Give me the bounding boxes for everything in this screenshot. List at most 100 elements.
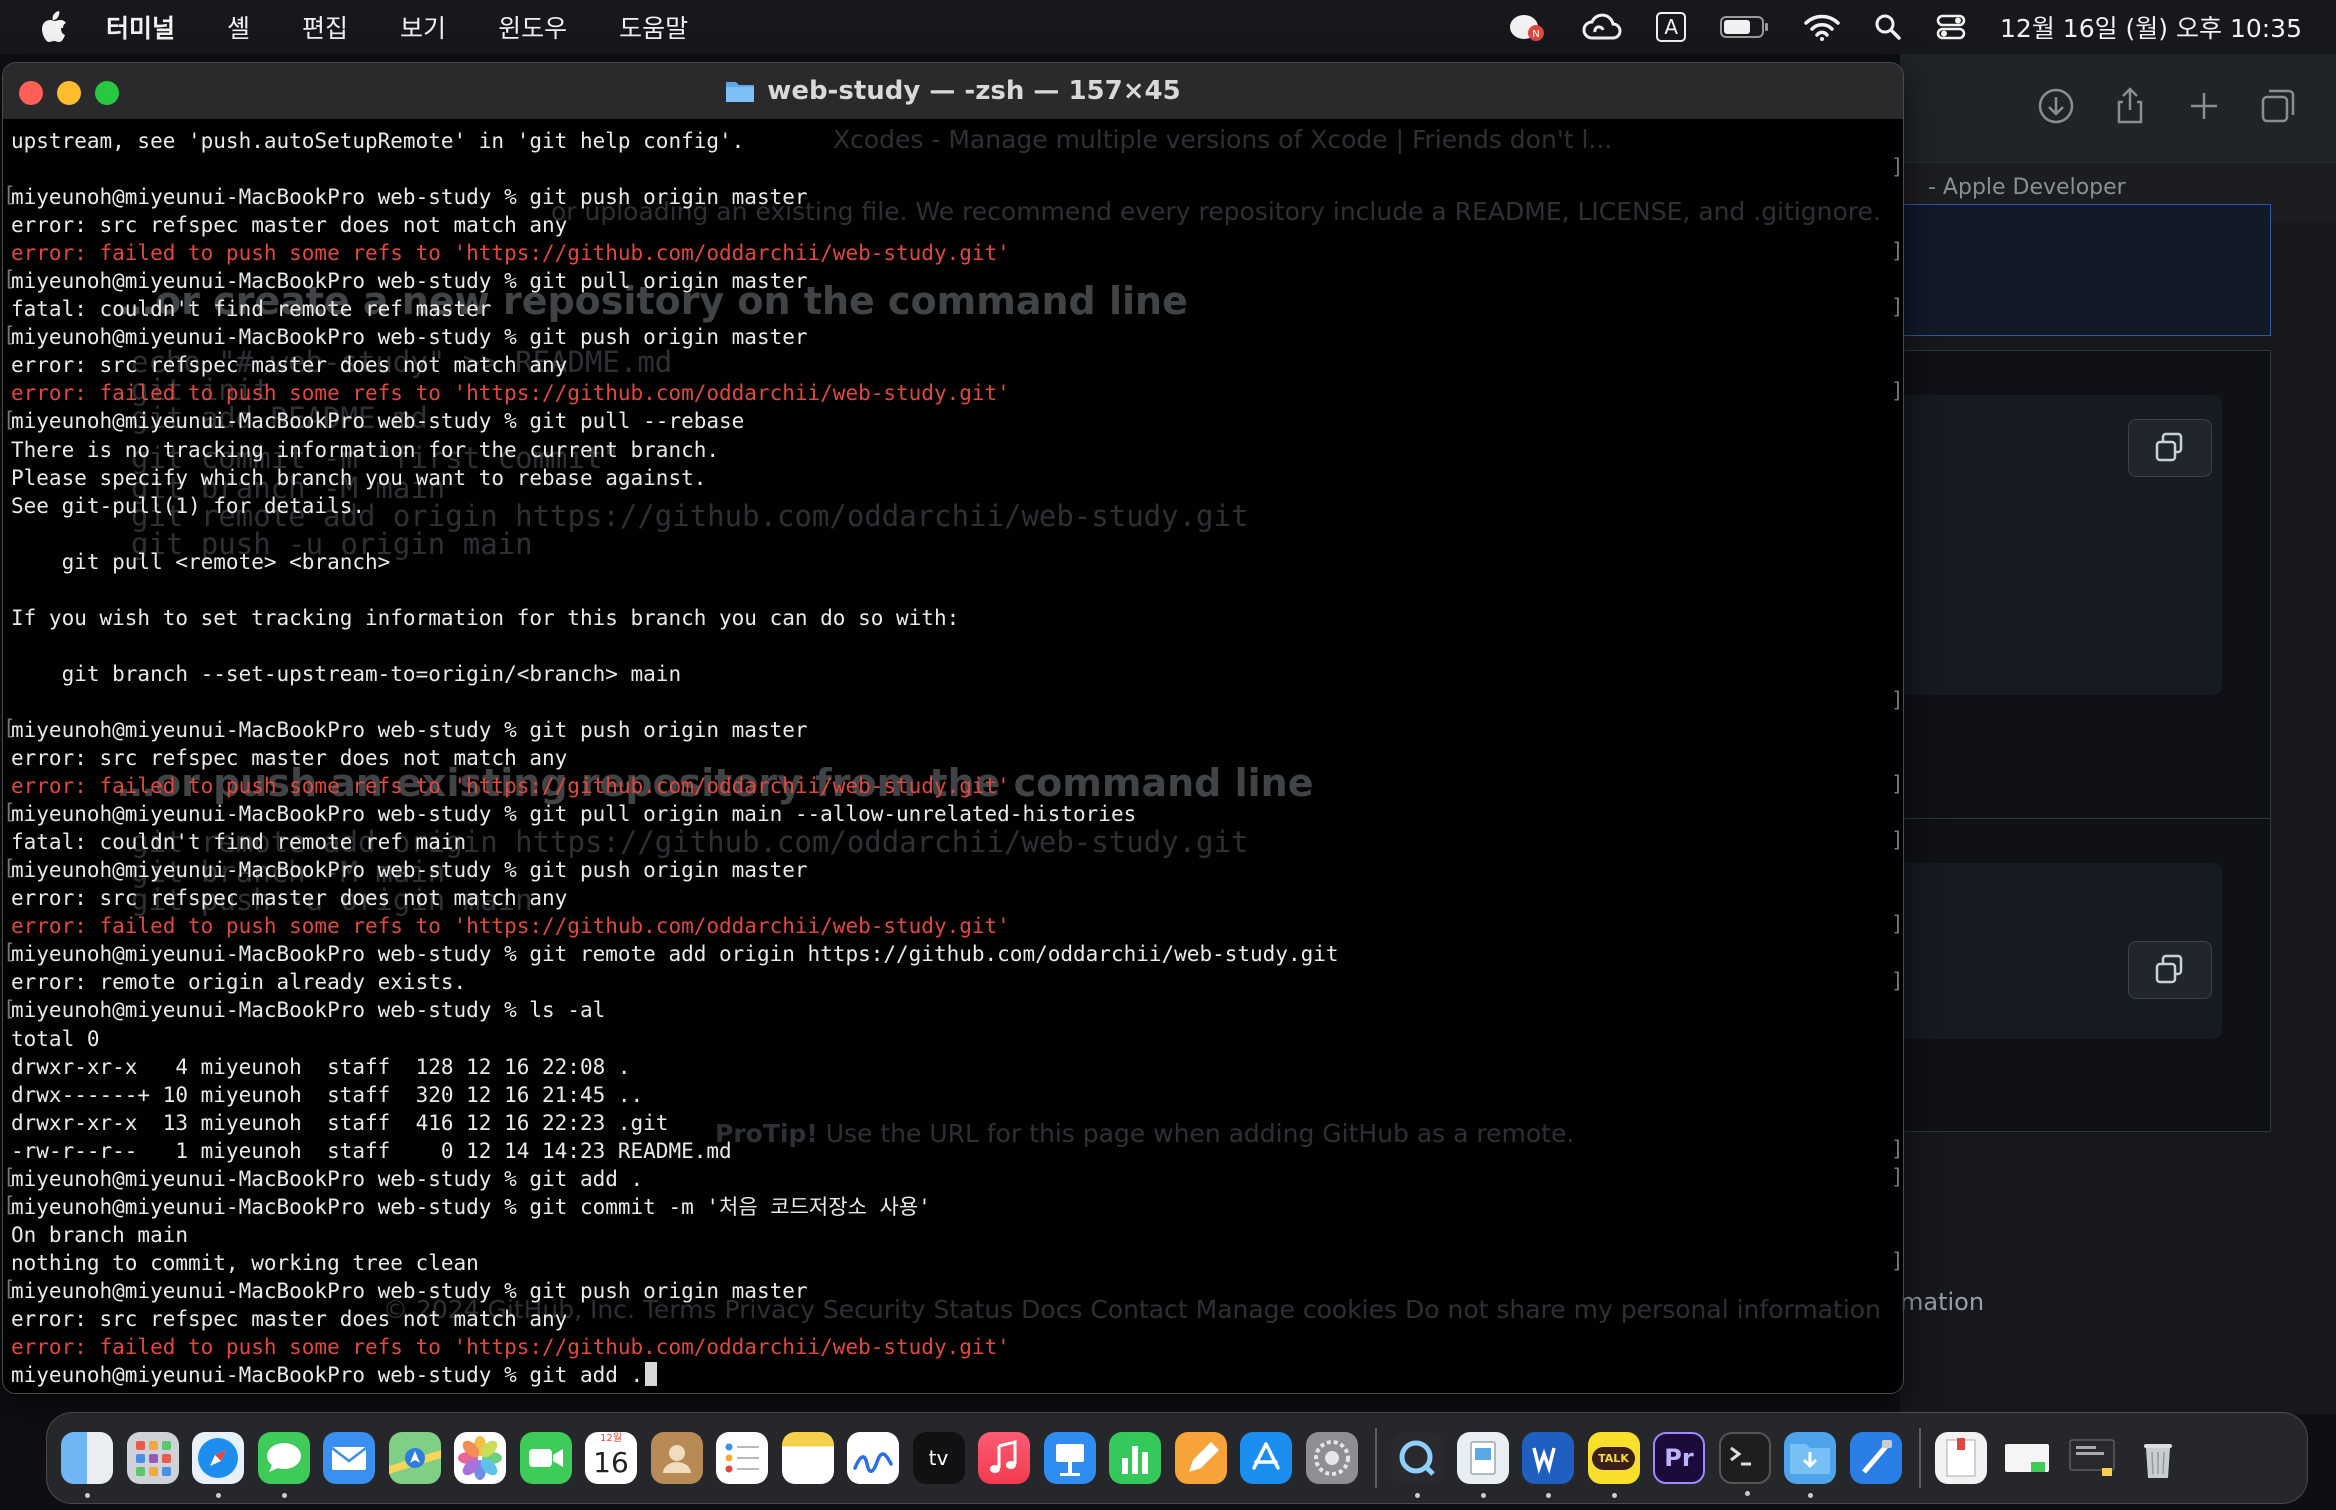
input-source-icon[interactable]: A [1656, 12, 1687, 42]
prompt-mark-right: ] [1891, 155, 1904, 180]
desktop-stack-icon[interactable] [2066, 1432, 2118, 1484]
svg-text:N: N [1533, 29, 1540, 40]
browser-tab-apple-developer[interactable]: - Apple Developer [1928, 175, 2126, 200]
freeform-icon[interactable] [847, 1432, 899, 1484]
downloads-folder-icon[interactable] [1784, 1432, 1836, 1498]
prompt-mark-right: ] [1891, 239, 1904, 264]
spotlight-search-icon[interactable] [1874, 13, 1902, 41]
prompt-mark-left: [ [3, 407, 16, 432]
xcode-icon[interactable] [1849, 1432, 1902, 1484]
preview-icon[interactable] [1456, 1432, 1509, 1498]
menu-item-window[interactable]: 윈도우 [498, 9, 567, 45]
terminal-output-line: error: src refspec master does not match… [11, 213, 568, 238]
copy-button-existing[interactable] [2128, 941, 2212, 999]
share-icon[interactable] [2110, 86, 2150, 126]
creative-cloud-icon[interactable] [1582, 12, 1622, 42]
tab-overview-icon[interactable] [2258, 86, 2298, 126]
terminal-error-line: error: failed to push some refs to 'http… [11, 1335, 1010, 1360]
terminal-prompt-line: miyeunoh@miyeunui-MacBookPro web-study %… [11, 1278, 808, 1303]
footer-text-tail[interactable]: mation [1900, 1288, 1984, 1316]
battery-icon[interactable] [1720, 15, 1770, 39]
terminal-window[interactable]: web-study — -zsh — 157×45 or uploading a… [2, 62, 1904, 1394]
finder-icon[interactable] [61, 1432, 113, 1498]
control-center-icon[interactable] [1936, 13, 1966, 41]
numbers-icon[interactable] [1109, 1432, 1161, 1484]
terminal-prompt-line: miyeunoh@miyeunui-MacBookPro web-study %… [11, 802, 1137, 827]
maps-icon[interactable] [388, 1432, 441, 1484]
terminal-prompt-line: miyeunoh@miyeunui-MacBookPro web-study %… [11, 998, 606, 1023]
terminal-output-line: drwxr-xr-x 13 miyeunoh staff 416 12 16 2… [11, 1110, 669, 1135]
pages-icon[interactable] [1174, 1432, 1227, 1484]
premiere-icon[interactable]: Pr [1653, 1432, 1705, 1484]
menu-item-terminal[interactable]: 터미널 [106, 9, 175, 45]
calendar-day: 16 [593, 1446, 629, 1479]
apple-tv-icon[interactable]: tv [912, 1432, 965, 1484]
app-store-icon[interactable] [1240, 1432, 1292, 1484]
terminal-output-line: nothing to commit, working tree clean [11, 1250, 479, 1275]
mail-icon[interactable] [323, 1432, 375, 1484]
menu-item-shell[interactable]: 셸 [227, 9, 250, 45]
terminal-output-line: fatal: couldn't find remote ref master [11, 297, 492, 322]
terminal-prompt-line: miyeunoh@miyeunui-MacBookPro web-study %… [11, 942, 1339, 967]
safari-icon[interactable] [192, 1432, 244, 1498]
prompt-mark-left: [ [3, 183, 16, 208]
notes-icon[interactable] [781, 1432, 834, 1484]
terminal-output-line: error: src refspec master does not match… [11, 746, 568, 771]
quicktime-icon[interactable] [1391, 1432, 1443, 1498]
reminders-icon[interactable] [716, 1432, 768, 1484]
terminal-output-line: error: src refspec master does not match… [11, 353, 568, 378]
terminal-prompt-line: miyeunoh@miyeunui-MacBookPro web-study %… [11, 1166, 644, 1191]
apple-icon[interactable] [40, 11, 68, 43]
prompt-mark-left: [ [3, 996, 16, 1021]
terminal-output-line: If you wish to set tracking information … [11, 605, 960, 630]
launchpad-icon[interactable] [126, 1432, 179, 1484]
terminal-output-line: -rw-r--r-- 1 miyeunoh staff 0 12 14 14:2… [11, 1138, 732, 1163]
trash-icon[interactable] [2132, 1432, 2184, 1484]
terminal-output[interactable]: upstream, see 'push.autoSetupRemote' in … [11, 127, 1339, 1389]
terminal-output-line: See git-pull(1) for details. [11, 493, 366, 518]
word-icon[interactable] [1522, 1432, 1574, 1498]
menu-item-help[interactable]: 도움말 [619, 9, 688, 45]
folder-icon [726, 82, 755, 102]
apple-tv-label: tv [928, 1446, 949, 1470]
terminal-prompt-line: miyeunoh@miyeunui-MacBookPro web-study %… [11, 717, 808, 742]
terminal-output-line: total 0 [11, 1026, 100, 1051]
prompt-mark-right: ] [1891, 688, 1904, 712]
notification-app-icon[interactable]: N [1508, 11, 1548, 43]
messages-icon[interactable] [257, 1432, 310, 1498]
terminal-cursor [645, 1362, 658, 1387]
screenshot-stack-icon[interactable] [2001, 1432, 2053, 1484]
prompt-mark-right: ] [1891, 1164, 1904, 1189]
copy-button-new[interactable] [2128, 419, 2212, 477]
calendar-icon[interactable]: 12월 16 [585, 1432, 637, 1484]
terminal-output-line: upstream, see 'push.autoSetupRemote' in … [11, 129, 745, 153]
new-tab-icon[interactable] [2184, 86, 2224, 126]
menu-item-view[interactable]: 보기 [400, 9, 446, 45]
menubar-clock[interactable]: 12월 16일 (월) 오후 10:35 [2000, 9, 2302, 45]
download-icon[interactable] [2036, 86, 2076, 126]
dock-separator [1919, 1428, 1921, 1488]
documents-stack-icon[interactable] [1935, 1432, 1987, 1484]
intro-panel [1900, 204, 2271, 336]
terminal-content[interactable]: or uploading an existing file. We recomm… [3, 119, 1903, 1393]
terminal-title-bar[interactable]: web-study — -zsh — 157×45 [3, 63, 1903, 120]
terminal-output-line: error: remote origin already exists. [11, 970, 467, 995]
prompt-mark-right: ] [1891, 912, 1904, 937]
terminal-icon[interactable] [1718, 1432, 1771, 1496]
kakaotalk-icon[interactable]: TALK [1587, 1432, 1640, 1498]
prompt-mark-right: ] [1891, 968, 1904, 993]
terminal-output-line: Please specify which branch you want to … [11, 465, 707, 490]
wifi-icon[interactable] [1804, 13, 1840, 41]
premiere-label: Pr [1664, 1444, 1694, 1472]
prompt-mark-right: ] [1891, 772, 1904, 797]
keynote-icon[interactable] [1043, 1432, 1096, 1484]
facetime-icon[interactable] [519, 1432, 572, 1484]
command-panel-new [1900, 350, 2271, 822]
system-settings-icon[interactable] [1305, 1432, 1358, 1484]
contacts-icon[interactable] [650, 1432, 703, 1484]
music-icon[interactable] [978, 1432, 1030, 1484]
photos-icon[interactable] [454, 1432, 506, 1484]
menu-item-edit[interactable]: 편집 [302, 9, 348, 45]
